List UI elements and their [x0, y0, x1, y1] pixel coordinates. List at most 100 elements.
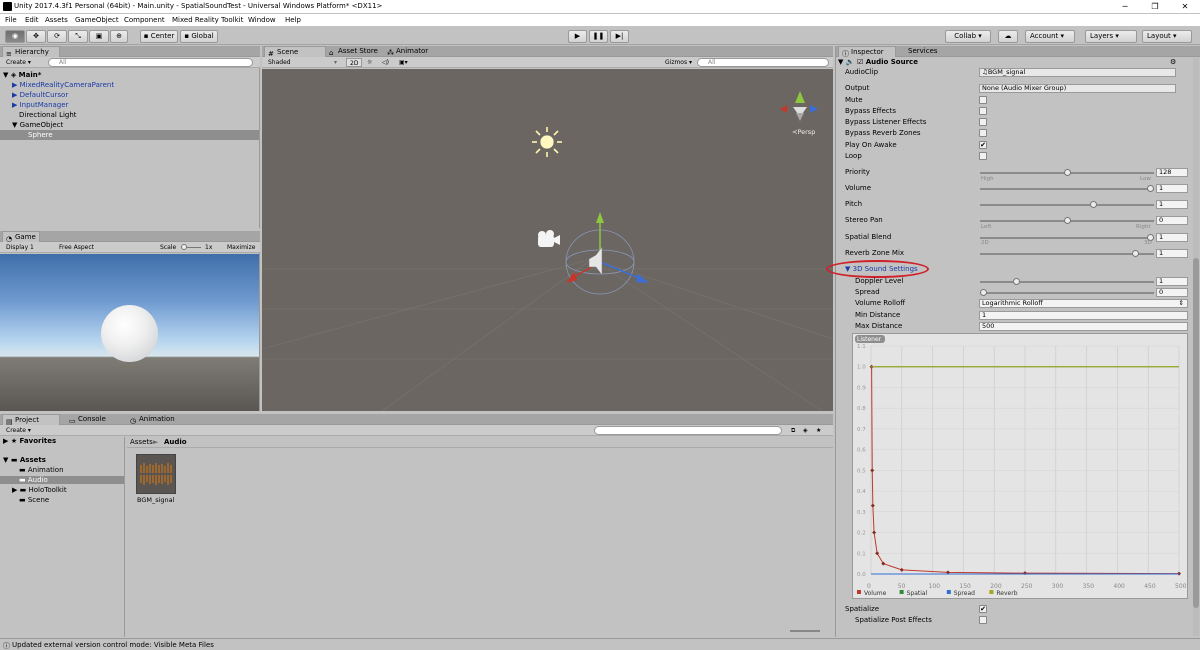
- rect-tool-button[interactable]: ▣: [89, 30, 109, 43]
- menu-gameobject[interactable]: GameObject: [75, 16, 119, 24]
- display-dropdown[interactable]: Display 1: [6, 243, 34, 252]
- transform-tool-button[interactable]: ⊕: [110, 30, 128, 43]
- persp-label[interactable]: ≺Persp: [792, 128, 815, 136]
- reverb-zone-mix-slider-knob[interactable]: [1131, 250, 1139, 257]
- reverb-zone-mix-slider[interactable]: [980, 250, 1154, 257]
- priority-slider-knob[interactable]: [1063, 169, 1071, 176]
- menu-assets[interactable]: Assets: [45, 16, 68, 24]
- play-on-awake-checkbox[interactable]: ✔: [979, 141, 987, 149]
- bypass-effects-checkbox[interactable]: [979, 107, 987, 115]
- lighting-toggle-icon[interactable]: ☼: [367, 58, 372, 67]
- effects-dropdown-icon[interactable]: ▣▾: [399, 58, 408, 67]
- maximize-button[interactable]: ❐: [1140, 0, 1170, 13]
- breadcrumb-current[interactable]: Audio: [164, 438, 187, 446]
- cloud-icon[interactable]: ☁: [998, 30, 1018, 43]
- menu-help[interactable]: Help: [285, 16, 301, 24]
- aspect-dropdown[interactable]: Free Aspect: [59, 243, 94, 252]
- game-view[interactable]: [0, 254, 259, 411]
- gizmos-dropdown[interactable]: Gizmos ▾: [665, 58, 692, 67]
- pitch-value[interactable]: 1: [1156, 200, 1188, 209]
- play-button[interactable]: ▶: [568, 30, 587, 43]
- folder-item[interactable]: ▬ Scene: [19, 496, 49, 504]
- mute-checkbox[interactable]: [979, 96, 987, 104]
- menu-edit[interactable]: Edit: [25, 16, 39, 24]
- spatial-blend-value[interactable]: 1: [1156, 233, 1188, 242]
- hierarchy-create-button[interactable]: Create ▾: [6, 58, 31, 67]
- filter-label-icon[interactable]: ◈: [803, 426, 808, 435]
- move-tool-button[interactable]: ✥: [26, 30, 46, 43]
- list-item[interactable]: Directional Light: [19, 110, 77, 120]
- asset-size-slider[interactable]: [790, 630, 820, 632]
- priority-value[interactable]: 128: [1156, 168, 1188, 177]
- list-item[interactable]: ▶ DefaultCursor: [12, 90, 68, 100]
- 2d-toggle[interactable]: 2D: [346, 58, 363, 67]
- filter-type-icon[interactable]: ⧉: [791, 426, 795, 435]
- tab-asset-store[interactable]: ⌂ Asset Store: [326, 46, 384, 57]
- priority-slider[interactable]: [980, 169, 1154, 176]
- list-item[interactable]: Sphere: [0, 130, 259, 140]
- tab-scene[interactable]: # Scene: [264, 46, 326, 58]
- scale-slider-knob[interactable]: [181, 244, 187, 250]
- account-dropdown[interactable]: Account ▾: [1025, 30, 1075, 43]
- close-button[interactable]: ✕: [1170, 0, 1200, 13]
- spatialize-checkbox[interactable]: ✔: [979, 605, 987, 613]
- maximize-on-play-button[interactable]: Maximize: [227, 243, 255, 252]
- pause-button[interactable]: ❚❚: [589, 30, 608, 43]
- doppler-value[interactable]: 1: [1156, 277, 1188, 286]
- collab-button[interactable]: Collab ▾: [945, 30, 991, 43]
- stereo-pan-slider[interactable]: [980, 217, 1154, 224]
- step-button[interactable]: ▶|: [610, 30, 629, 43]
- audioclip-field[interactable]: ♫BGM_signal: [979, 68, 1176, 77]
- breadcrumb-root[interactable]: Assets: [130, 438, 153, 446]
- volume-rolloff-dropdown[interactable]: Logarithmic Rolloff ⇕: [979, 299, 1188, 308]
- min-distance-field[interactable]: 1: [979, 311, 1188, 320]
- audio-asset-thumbnail[interactable]: [136, 454, 176, 494]
- global-space-button[interactable]: ▪ Global: [180, 30, 218, 43]
- component-header[interactable]: ▼ 🔈 ☑ Audio Source: [838, 58, 1188, 67]
- list-item[interactable]: ▼ GameObject: [12, 120, 63, 130]
- folder-item[interactable]: ▬ Audio: [0, 476, 124, 484]
- scale-tool-button[interactable]: ⤡: [68, 30, 88, 43]
- menu-component[interactable]: Component: [124, 16, 165, 24]
- scene-view[interactable]: ≺Persp: [262, 69, 833, 411]
- output-field[interactable]: None (Audio Mixer Group): [979, 84, 1176, 93]
- folder-item[interactable]: ▶ ▬ HoloToolkit: [12, 486, 67, 494]
- loop-checkbox[interactable]: [979, 152, 987, 160]
- menu-mixed-reality-toolkit[interactable]: Mixed Reality Toolkit: [172, 16, 243, 24]
- reverb-zone-mix-value[interactable]: 1: [1156, 249, 1188, 258]
- rotate-tool-button[interactable]: ⟳: [47, 30, 67, 43]
- shading-dropdown[interactable]: Shaded: [268, 58, 291, 67]
- project-create-button[interactable]: Create ▾: [6, 426, 31, 435]
- assets-root-item[interactable]: ▼ ▬ Assets: [3, 456, 46, 464]
- minimize-button[interactable]: ─: [1110, 0, 1140, 13]
- stereo-pan-slider-knob[interactable]: [1063, 217, 1071, 224]
- list-item[interactable]: ▶ MixedRealityCameraParent: [12, 80, 114, 90]
- pivot-center-button[interactable]: ▪ Center: [140, 30, 178, 43]
- menu-file[interactable]: File: [5, 16, 17, 24]
- spatialize-post-effects-checkbox[interactable]: [979, 616, 987, 624]
- scene-root[interactable]: ▼ ◈ Main*: [3, 70, 258, 80]
- scene-search-input[interactable]: All: [697, 58, 829, 67]
- tab-animation[interactable]: ◷ Animation: [127, 414, 191, 425]
- rolloff-chart[interactable]: 0 50 100 150 200 250 300 350 400 450 500 0.0 0.1 0.2 0…: [852, 333, 1188, 599]
- hand-tool-button[interactable]: ◉: [5, 30, 25, 43]
- layers-dropdown[interactable]: Layers ▾: [1085, 30, 1137, 43]
- star-filter-icon[interactable]: ★: [816, 426, 821, 435]
- stereo-pan-value[interactable]: 0: [1156, 216, 1188, 225]
- tab-animator[interactable]: ⁂ Animator: [384, 46, 442, 57]
- volume-slider[interactable]: [980, 185, 1154, 192]
- favorites-item[interactable]: ▶ ★ Favorites: [3, 437, 56, 445]
- tab-services[interactable]: Services: [896, 46, 946, 57]
- folder-item[interactable]: ▬ Animation: [19, 466, 64, 474]
- volume-value[interactable]: 1: [1156, 184, 1188, 193]
- bypass-listener-effects-checkbox[interactable]: [979, 118, 987, 126]
- spread-slider-knob[interactable]: [980, 289, 987, 296]
- component-settings-icon[interactable]: ⚙: [1170, 58, 1176, 66]
- list-item[interactable]: ▶ InputManager: [12, 100, 68, 110]
- inspector-scrollbar[interactable]: [1193, 58, 1199, 636]
- layout-dropdown[interactable]: Layout ▾: [1142, 30, 1192, 43]
- volume-slider-knob[interactable]: [1147, 185, 1154, 192]
- spread-value[interactable]: 0: [1156, 288, 1188, 297]
- menu-window[interactable]: Window: [248, 16, 276, 24]
- tab-game[interactable]: ◔ Game: [2, 231, 40, 243]
